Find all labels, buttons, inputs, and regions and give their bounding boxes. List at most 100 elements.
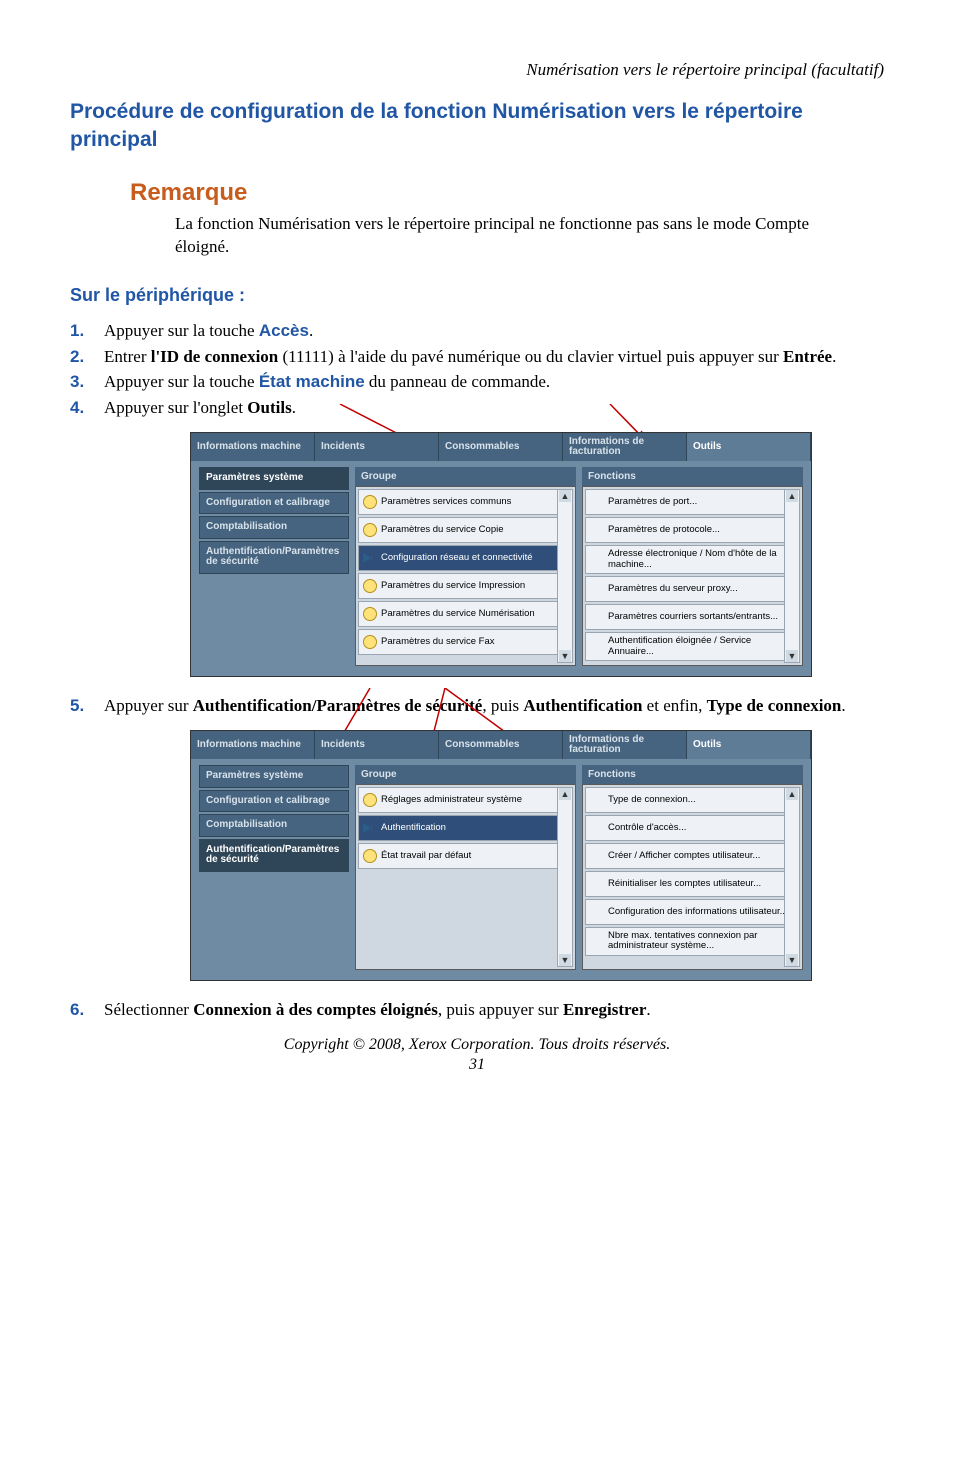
- bullet-icon: [363, 523, 377, 537]
- col-head-fonctions: Fonctions: [582, 467, 803, 486]
- sidebar-item-parametres-systeme[interactable]: Paramètres système: [199, 765, 349, 788]
- scr1-sidebar: Paramètres système Configuration et cali…: [199, 467, 349, 666]
- grp-services-communs[interactable]: Paramètres services communs: [358, 489, 573, 515]
- col-head-groupe: Groupe: [355, 765, 576, 784]
- bullet-icon: [363, 495, 377, 509]
- tab-outils[interactable]: Outils: [687, 731, 811, 759]
- bullet-icon: [363, 849, 377, 863]
- fn-auth-dir[interactable]: Authentification éloignée / Service Annu…: [585, 632, 800, 661]
- grp-authentification[interactable]: Authentification: [358, 815, 573, 841]
- step-number: 2.: [70, 346, 104, 369]
- copyright: Copyright © 2008, Xerox Corporation. Tou…: [70, 1036, 884, 1054]
- sidebar-item-auth-securite[interactable]: Authentification/Paramètres de sécurité: [199, 839, 349, 872]
- fn-email-host[interactable]: Adresse électronique / Nom d'hôte de la …: [585, 545, 800, 574]
- step-body: Appuyer sur Authentification/Paramètres …: [104, 695, 884, 718]
- step-list-continued-2: 6. Sélectionner Connexion à des comptes …: [70, 999, 884, 1022]
- scrollbar[interactable]: ▲▼: [784, 787, 800, 967]
- scr2-fonctions-col: Fonctions Type de connexion... Contrôle …: [582, 765, 803, 970]
- scr2-sidebar: Paramètres système Configuration et cali…: [199, 765, 349, 970]
- grp-impression[interactable]: Paramètres du service Impression: [358, 573, 573, 599]
- remarque-heading: Remarque: [130, 179, 884, 207]
- tab-incidents[interactable]: Incidents: [315, 433, 439, 461]
- sidebar-item-configuration[interactable]: Configuration et calibrage: [199, 492, 349, 515]
- fn-controle-acces[interactable]: Contrôle d'accès...: [585, 815, 800, 841]
- sidebar-item-configuration[interactable]: Configuration et calibrage: [199, 790, 349, 813]
- scroll-down-icon[interactable]: ▼: [559, 650, 571, 662]
- step-list-continued: 5. Appuyer sur Authentification/Paramètr…: [70, 695, 884, 718]
- fn-courriers[interactable]: Paramètres courriers sortants/entrants..…: [585, 604, 800, 630]
- bullet-icon: [363, 579, 377, 593]
- grp-numerisation[interactable]: Paramètres du service Numérisation: [358, 601, 573, 627]
- grp-etat-travail[interactable]: État travail par défaut: [358, 843, 573, 869]
- sidebar-item-comptabilisation[interactable]: Comptabilisation: [199, 516, 349, 539]
- tab-incidents[interactable]: Incidents: [315, 731, 439, 759]
- fn-creer-comptes[interactable]: Créer / Afficher comptes utilisateur...: [585, 843, 800, 869]
- scr1-tabs: Informations machine Incidents Consommab…: [191, 433, 811, 461]
- page-number: 31: [70, 1056, 884, 1074]
- step-body: Appuyer sur l'onglet Outils.: [104, 397, 884, 420]
- sidebar-item-comptabilisation[interactable]: Comptabilisation: [199, 814, 349, 837]
- grp-copie[interactable]: Paramètres du service Copie: [358, 517, 573, 543]
- tab-facturation[interactable]: Informations de facturation: [563, 731, 687, 759]
- scroll-down-icon[interactable]: ▼: [786, 954, 798, 966]
- fn-port[interactable]: Paramètres de port...: [585, 489, 800, 515]
- tab-consommables[interactable]: Consommables: [439, 731, 563, 759]
- sidebar-item-parametres-systeme[interactable]: Paramètres système: [199, 467, 349, 490]
- screenshot-1: Informations machine Incidents Consommab…: [190, 432, 812, 677]
- remarque-body: La fonction Numérisation vers le réperto…: [175, 213, 844, 259]
- scroll-down-icon[interactable]: ▼: [786, 650, 798, 662]
- col-head-fonctions: Fonctions: [582, 765, 803, 784]
- figure-1: Informations machine Incidents Consommab…: [190, 432, 810, 677]
- arrow-icon: [363, 553, 372, 563]
- sidebar-item-auth-securite[interactable]: Authentification/Paramètres de sécurité: [199, 541, 349, 574]
- step-number: 4.: [70, 397, 104, 420]
- section-title: Procédure de configuration de la fonctio…: [70, 98, 884, 155]
- col-head-groupe: Groupe: [355, 467, 576, 486]
- step-2: 2. Entrer l'ID de connexion (11111) à l'…: [70, 346, 884, 369]
- step-list: 1. Appuyer sur la touche Accès. 2. Entre…: [70, 320, 884, 421]
- scroll-up-icon[interactable]: ▲: [559, 490, 571, 502]
- step-number: 1.: [70, 320, 104, 343]
- scrollbar[interactable]: ▲▼: [557, 489, 573, 663]
- step-body: Sélectionner Connexion à des comptes élo…: [104, 999, 884, 1022]
- fn-type-connexion[interactable]: Type de connexion...: [585, 787, 800, 813]
- tab-facturation[interactable]: Informations de facturation: [563, 433, 687, 461]
- step-4: 4. Appuyer sur l'onglet Outils.: [70, 397, 884, 420]
- keyword-etat-machine: État machine: [259, 372, 365, 391]
- grp-reglages-admin[interactable]: Réglages administrateur système: [358, 787, 573, 813]
- scrollbar[interactable]: ▲▼: [784, 489, 800, 663]
- bullet-icon: [363, 607, 377, 621]
- arrow-icon: [363, 823, 372, 833]
- scroll-up-icon[interactable]: ▲: [559, 788, 571, 800]
- bullet-icon: [363, 635, 377, 649]
- scrollbar[interactable]: ▲▼: [557, 787, 573, 967]
- scr2-groupe-col: Groupe Réglages administrateur système A…: [355, 765, 576, 970]
- fn-proxy[interactable]: Paramètres du serveur proxy...: [585, 576, 800, 602]
- step-number: 3.: [70, 371, 104, 394]
- step-number: 6.: [70, 999, 104, 1022]
- grp-fax[interactable]: Paramètres du service Fax: [358, 629, 573, 655]
- fn-protocole[interactable]: Paramètres de protocole...: [585, 517, 800, 543]
- scroll-down-icon[interactable]: ▼: [559, 954, 571, 966]
- fn-nbre-max[interactable]: Nbre max. tentatives connexion par admin…: [585, 927, 800, 956]
- step-1: 1. Appuyer sur la touche Accès.: [70, 320, 884, 343]
- step-body: Entrer l'ID de connexion (11111) à l'aid…: [104, 346, 884, 369]
- step-number: 5.: [70, 695, 104, 718]
- step-5: 5. Appuyer sur Authentification/Paramètr…: [70, 695, 884, 718]
- scr2-tabs: Informations machine Incidents Consommab…: [191, 731, 811, 759]
- tab-outils[interactable]: Outils: [687, 433, 811, 461]
- scr1-groupe-col: Groupe Paramètres services communs Param…: [355, 467, 576, 666]
- scroll-up-icon[interactable]: ▲: [786, 788, 798, 800]
- page: Numérisation vers le répertoire principa…: [0, 0, 954, 1114]
- fn-config-info[interactable]: Configuration des informations utilisate…: [585, 899, 800, 925]
- grp-reseau[interactable]: Configuration réseau et connectivité: [358, 545, 573, 571]
- tab-info-machine[interactable]: Informations machine: [191, 731, 315, 759]
- step-6: 6. Sélectionner Connexion à des comptes …: [70, 999, 884, 1022]
- step-3: 3. Appuyer sur la touche État machine du…: [70, 371, 884, 394]
- subsection-heading: Sur le périphérique :: [70, 285, 884, 306]
- scroll-up-icon[interactable]: ▲: [786, 490, 798, 502]
- tab-consommables[interactable]: Consommables: [439, 433, 563, 461]
- fn-reinit-comptes[interactable]: Réinitialiser les comptes utilisateur...: [585, 871, 800, 897]
- tab-info-machine[interactable]: Informations machine: [191, 433, 315, 461]
- keyword-acces: Accès: [259, 321, 309, 340]
